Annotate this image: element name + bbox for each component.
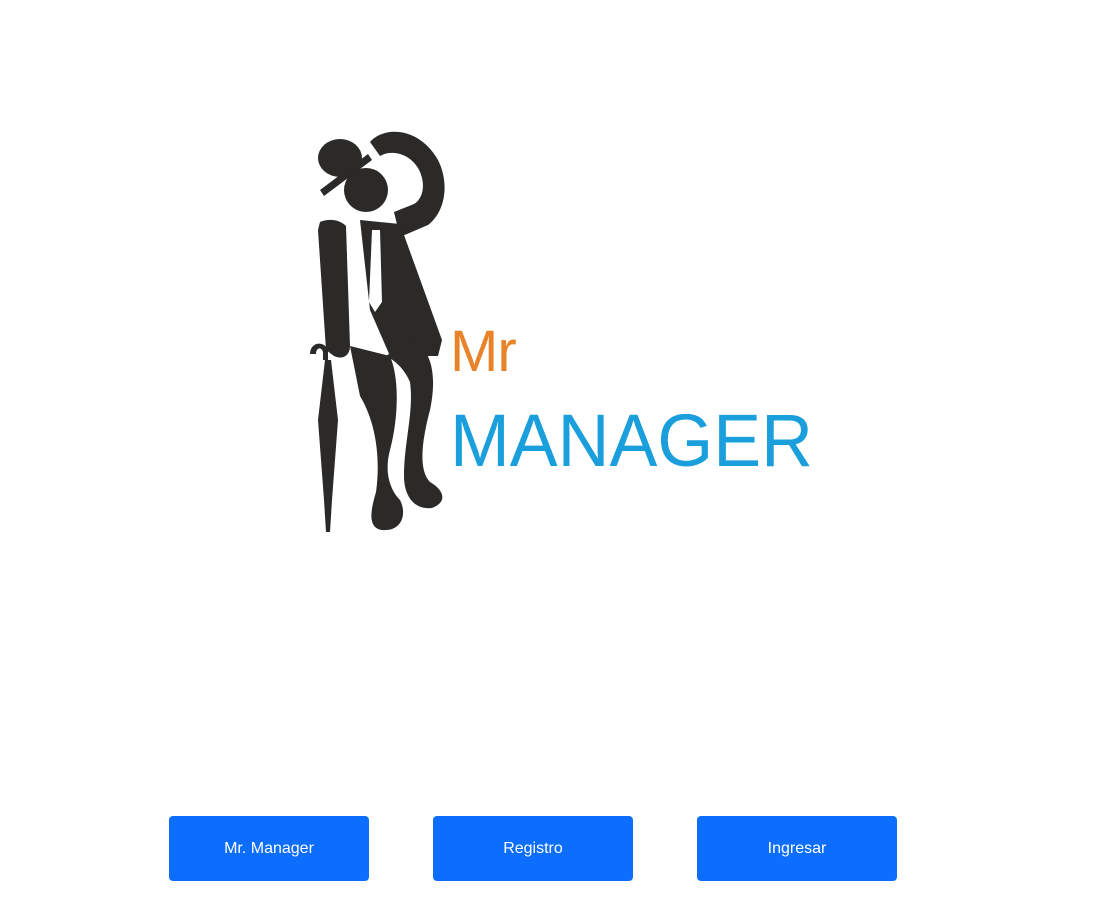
landing-page: Mr MANAGER Mr. Manager Registro Ingresar <box>0 0 1113 899</box>
mr-manager-button[interactable]: Mr. Manager <box>169 816 369 881</box>
registro-button[interactable]: Registro <box>433 816 633 881</box>
action-buttons: Mr. Manager Registro Ingresar <box>0 816 1113 881</box>
logo-word-manager: MANAGER <box>450 399 813 482</box>
gentleman-with-umbrella-icon <box>310 131 445 532</box>
mr-manager-logo: Mr MANAGER <box>290 120 820 540</box>
logo-word-mr: Mr <box>450 319 517 384</box>
ingresar-button[interactable]: Ingresar <box>697 816 897 881</box>
